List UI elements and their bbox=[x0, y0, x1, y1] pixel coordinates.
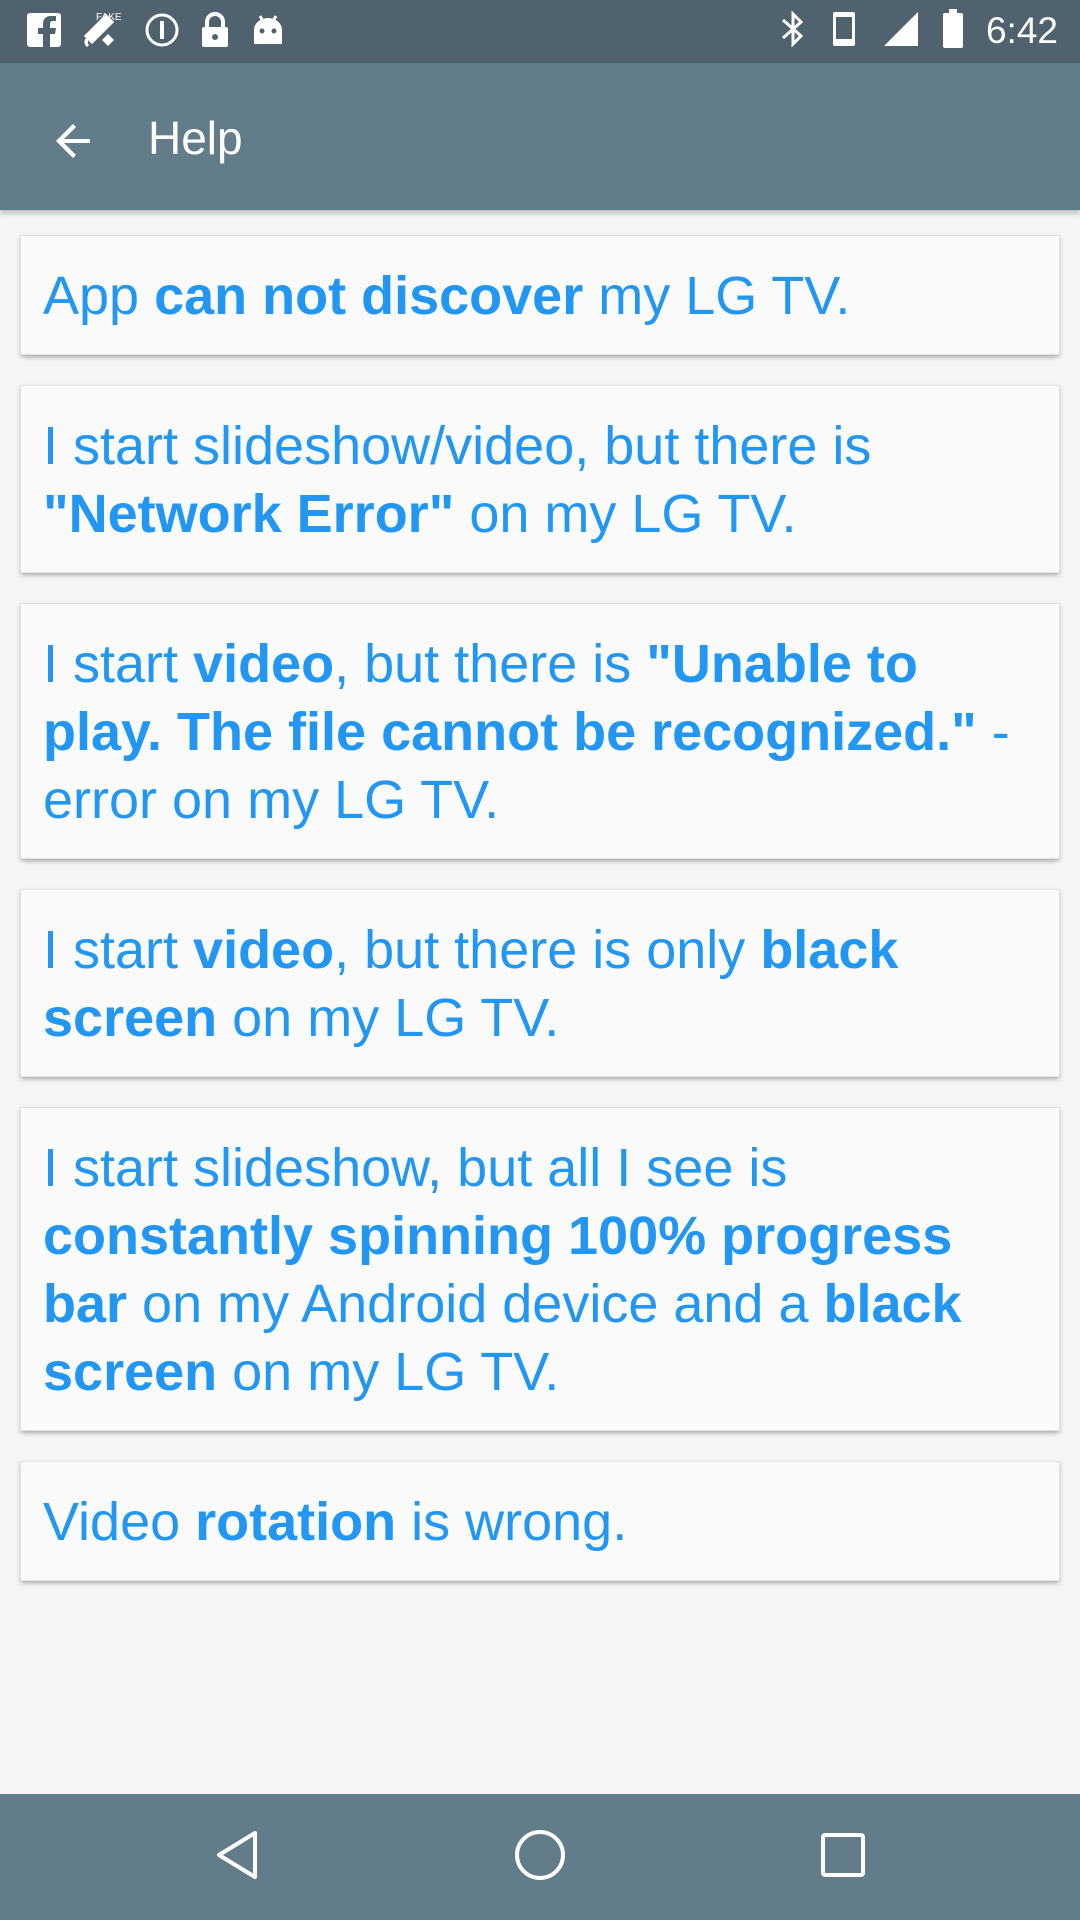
help-item-text: Video bbox=[43, 1492, 196, 1552]
system-status-icons: 6:42 bbox=[780, 8, 1058, 54]
help-item-text: my LG TV. bbox=[583, 266, 851, 326]
vibrate-icon bbox=[828, 10, 860, 53]
help-item-app-cannot-discover[interactable]: App can not discover my LG TV. bbox=[20, 235, 1060, 355]
recents-square-icon bbox=[818, 1830, 868, 1885]
help-item-black-screen-video[interactable]: I start video, but there is only black s… bbox=[20, 889, 1060, 1077]
help-item-text: on my Android device and a bbox=[127, 1274, 824, 1334]
help-item-emphasis: rotation bbox=[195, 1492, 397, 1552]
help-item-text: I start slideshow, but all I see is bbox=[43, 1138, 788, 1198]
help-item-text: , but there is bbox=[334, 634, 647, 694]
android-icon bbox=[250, 12, 286, 53]
help-item-emphasis: "Network Error" bbox=[43, 484, 455, 544]
help-item-video-rotation[interactable]: Video rotation is wrong. bbox=[20, 1461, 1060, 1581]
arrow-back-icon bbox=[50, 117, 98, 170]
facebook-icon bbox=[26, 12, 62, 53]
help-item-spinning-progress[interactable]: I start slideshow, but all I see is cons… bbox=[20, 1107, 1060, 1431]
navigation-bar bbox=[0, 1794, 1080, 1920]
help-item-text: on my LG TV. bbox=[217, 1342, 560, 1402]
nav-home-button[interactable] bbox=[507, 1824, 573, 1890]
fake-gps-icon: FAKE bbox=[80, 10, 126, 55]
help-item-text: on my LG TV. bbox=[217, 988, 560, 1048]
help-item-text: I start bbox=[43, 634, 194, 694]
page-title: Help bbox=[148, 112, 243, 164]
signal-icon bbox=[882, 10, 920, 53]
help-item-emphasis: can not discover bbox=[154, 266, 584, 326]
back-button[interactable] bbox=[34, 103, 114, 183]
bluetooth-icon bbox=[780, 9, 806, 53]
back-triangle-icon bbox=[213, 1829, 261, 1886]
info-icon bbox=[144, 12, 180, 53]
help-item-emphasis: video bbox=[193, 634, 335, 694]
help-item-unable-to-play[interactable]: I start video, but there is "Unable to p… bbox=[20, 603, 1060, 859]
home-circle-icon bbox=[513, 1828, 567, 1887]
help-item-text: App bbox=[43, 266, 155, 326]
nav-recents-button[interactable] bbox=[810, 1824, 876, 1890]
status-bar: FAKE 6:42 bbox=[0, 0, 1080, 63]
help-item-emphasis: video bbox=[193, 920, 335, 980]
notification-icons: FAKE bbox=[26, 12, 286, 52]
help-item-text: I start slideshow/video, but there is bbox=[43, 416, 872, 476]
help-item-network-error[interactable]: I start slideshow/video, but there is "N… bbox=[20, 385, 1060, 573]
help-list: App can not discover my LG TV. I start s… bbox=[20, 235, 1060, 1611]
help-item-text: on my LG TV. bbox=[454, 484, 797, 544]
lock-icon bbox=[198, 11, 232, 54]
app-bar: Help bbox=[0, 63, 1080, 210]
help-item-text: , but there is only bbox=[334, 920, 761, 980]
help-item-text: is wrong. bbox=[396, 1492, 628, 1552]
battery-icon bbox=[942, 8, 964, 54]
status-time: 6:42 bbox=[985, 10, 1058, 51]
help-item-text: I start bbox=[43, 920, 194, 980]
nav-back-button[interactable] bbox=[204, 1824, 270, 1890]
